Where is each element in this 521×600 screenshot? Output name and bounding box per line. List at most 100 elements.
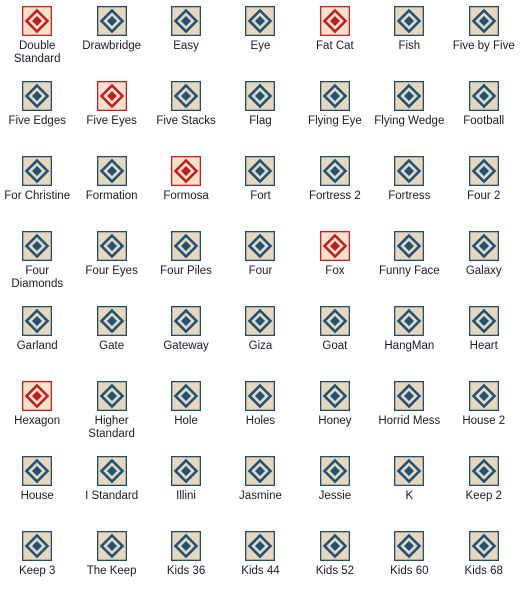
grid-item[interactable]: Galaxy: [447, 225, 521, 300]
blue-diamond-icon[interactable]: [468, 231, 499, 261]
blue-diamond-icon[interactable]: [245, 531, 276, 561]
grid-item[interactable]: Higher Standard: [74, 375, 148, 450]
grid-item[interactable]: Formation: [74, 150, 148, 225]
blue-diamond-icon[interactable]: [22, 531, 53, 561]
grid-item[interactable]: Gate: [74, 300, 148, 375]
red-diamond-icon[interactable]: [96, 81, 127, 111]
grid-item[interactable]: Four Eyes: [74, 225, 148, 300]
blue-diamond-icon[interactable]: [394, 6, 425, 36]
grid-item[interactable]: Kids 44: [223, 525, 297, 600]
grid-item[interactable]: Heart: [447, 300, 521, 375]
grid-item[interactable]: Illini: [149, 450, 223, 525]
blue-diamond-icon[interactable]: [96, 381, 127, 411]
grid-item[interactable]: Giza: [223, 300, 297, 375]
grid-item[interactable]: Four 2: [447, 150, 521, 225]
blue-diamond-icon[interactable]: [245, 6, 276, 36]
grid-item[interactable]: Easy: [149, 0, 223, 75]
blue-diamond-icon[interactable]: [319, 306, 350, 336]
blue-diamond-icon[interactable]: [468, 156, 499, 186]
grid-item[interactable]: Fox: [298, 225, 372, 300]
blue-diamond-icon[interactable]: [171, 6, 202, 36]
grid-item[interactable]: House: [0, 450, 74, 525]
red-diamond-icon[interactable]: [22, 381, 53, 411]
blue-diamond-icon[interactable]: [96, 156, 127, 186]
blue-diamond-icon[interactable]: [96, 231, 127, 261]
grid-item[interactable]: Flag: [223, 75, 297, 150]
grid-item[interactable]: Kids 36: [149, 525, 223, 600]
blue-diamond-icon[interactable]: [319, 156, 350, 186]
blue-diamond-icon[interactable]: [171, 231, 202, 261]
grid-item[interactable]: Four Piles: [149, 225, 223, 300]
blue-diamond-icon[interactable]: [468, 456, 499, 486]
grid-item[interactable]: Keep 3: [0, 525, 74, 600]
grid-item[interactable]: Five Eyes: [74, 75, 148, 150]
grid-item[interactable]: Drawbridge: [74, 0, 148, 75]
grid-item[interactable]: Eye: [223, 0, 297, 75]
blue-diamond-icon[interactable]: [394, 381, 425, 411]
grid-item[interactable]: Four Diamonds: [0, 225, 74, 300]
grid-item[interactable]: Five Stacks: [149, 75, 223, 150]
blue-diamond-icon[interactable]: [319, 456, 350, 486]
blue-diamond-icon[interactable]: [245, 156, 276, 186]
grid-item[interactable]: Holes: [223, 375, 297, 450]
blue-diamond-icon[interactable]: [394, 231, 425, 261]
blue-diamond-icon[interactable]: [22, 81, 53, 111]
blue-diamond-icon[interactable]: [319, 81, 350, 111]
blue-diamond-icon[interactable]: [245, 81, 276, 111]
grid-item[interactable]: Double Standard: [0, 0, 74, 75]
grid-item[interactable]: Jessie: [298, 450, 372, 525]
blue-diamond-icon[interactable]: [394, 531, 425, 561]
grid-item[interactable]: HangMan: [372, 300, 446, 375]
blue-diamond-icon[interactable]: [22, 306, 53, 336]
blue-diamond-icon[interactable]: [468, 306, 499, 336]
grid-item[interactable]: Funny Face: [372, 225, 446, 300]
blue-diamond-icon[interactable]: [171, 531, 202, 561]
blue-diamond-icon[interactable]: [96, 531, 127, 561]
red-diamond-icon[interactable]: [22, 6, 53, 36]
grid-item[interactable]: Goat: [298, 300, 372, 375]
grid-item[interactable]: Five by Five: [447, 0, 521, 75]
blue-diamond-icon[interactable]: [394, 306, 425, 336]
grid-item[interactable]: Flying Wedge: [372, 75, 446, 150]
blue-diamond-icon[interactable]: [96, 6, 127, 36]
blue-diamond-icon[interactable]: [245, 381, 276, 411]
blue-diamond-icon[interactable]: [171, 81, 202, 111]
red-diamond-icon[interactable]: [171, 156, 202, 186]
grid-item[interactable]: Fort: [223, 150, 297, 225]
blue-diamond-icon[interactable]: [22, 456, 53, 486]
blue-diamond-icon[interactable]: [319, 381, 350, 411]
grid-item[interactable]: Horrid Mess: [372, 375, 446, 450]
blue-diamond-icon[interactable]: [171, 306, 202, 336]
grid-item[interactable]: Garland: [0, 300, 74, 375]
blue-diamond-icon[interactable]: [394, 156, 425, 186]
blue-diamond-icon[interactable]: [468, 81, 499, 111]
grid-item[interactable]: Four: [223, 225, 297, 300]
grid-item[interactable]: Fish: [372, 0, 446, 75]
blue-diamond-icon[interactable]: [468, 531, 499, 561]
blue-diamond-icon[interactable]: [468, 6, 499, 36]
grid-item[interactable]: For Christine: [0, 150, 74, 225]
grid-item[interactable]: House 2: [447, 375, 521, 450]
grid-item[interactable]: Five Edges: [0, 75, 74, 150]
red-diamond-icon[interactable]: [319, 6, 350, 36]
grid-item[interactable]: Hole: [149, 375, 223, 450]
grid-item[interactable]: Kids 52: [298, 525, 372, 600]
grid-item[interactable]: Flying Eye: [298, 75, 372, 150]
blue-diamond-icon[interactable]: [394, 456, 425, 486]
grid-item[interactable]: Gateway: [149, 300, 223, 375]
blue-diamond-icon[interactable]: [96, 456, 127, 486]
blue-diamond-icon[interactable]: [319, 531, 350, 561]
blue-diamond-icon[interactable]: [22, 231, 53, 261]
grid-item[interactable]: Football: [447, 75, 521, 150]
grid-item[interactable]: Fortress 2: [298, 150, 372, 225]
blue-diamond-icon[interactable]: [245, 231, 276, 261]
grid-item[interactable]: K: [372, 450, 446, 525]
grid-item[interactable]: Jasmine: [223, 450, 297, 525]
blue-diamond-icon[interactable]: [22, 156, 53, 186]
blue-diamond-icon[interactable]: [245, 456, 276, 486]
grid-item[interactable]: Kids 60: [372, 525, 446, 600]
grid-item[interactable]: Kids 68: [447, 525, 521, 600]
blue-diamond-icon[interactable]: [96, 306, 127, 336]
grid-item[interactable]: Keep 2: [447, 450, 521, 525]
blue-diamond-icon[interactable]: [171, 381, 202, 411]
